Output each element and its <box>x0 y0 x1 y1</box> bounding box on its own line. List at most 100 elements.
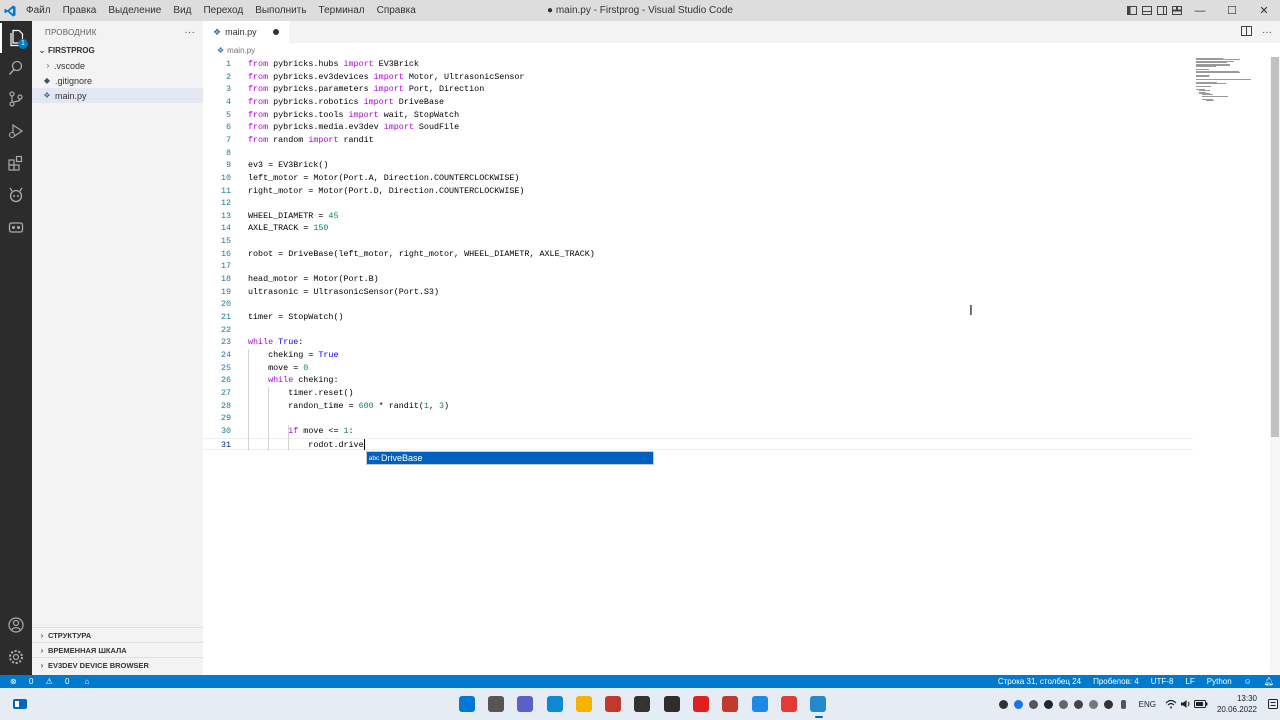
scroll-thumb[interactable] <box>1271 57 1279 437</box>
tree-item-vscode[interactable]: › .vscode <box>32 58 203 73</box>
tray-app-icon[interactable] <box>1071 688 1086 720</box>
toggle-secondary-sidebar-icon[interactable] <box>1154 0 1169 21</box>
notifications-icon[interactable]: 🔔︎ <box>1258 677 1280 686</box>
code-line[interactable]: 16 robot = DriveBase(left_motor, right_mo… <box>203 248 1193 261</box>
input-language[interactable]: ENG <box>1131 700 1164 709</box>
code-line[interactable]: 31 rodot.drive <box>203 437 1193 451</box>
menu-go[interactable]: Переход <box>197 0 249 21</box>
code-line[interactable]: 22 <box>203 324 1193 337</box>
code-line[interactable]: 28 randon_time = 600 * randit(1, 3) <box>203 400 1193 413</box>
code-line[interactable]: 15 <box>203 235 1193 248</box>
toggle-panel-icon[interactable] <box>1139 0 1154 21</box>
outline-section[interactable]: › СТРУКТУРА <box>32 627 203 642</box>
unsaved-dot-icon[interactable] <box>273 29 279 35</box>
code-line[interactable]: 21 timer = StopWatch() <box>203 311 1193 324</box>
volume-icon[interactable] <box>1179 688 1194 720</box>
tray-app-icon[interactable] <box>1026 688 1041 720</box>
menu-selection[interactable]: Выделение <box>102 0 167 21</box>
code-line[interactable]: 18 head_motor = Motor(Port.B) <box>203 273 1193 286</box>
code-line[interactable]: 6 from pybricks.media.ev3dev import SoudF… <box>203 121 1193 134</box>
menu-file[interactable]: Файл <box>20 0 57 21</box>
toggle-sidebar-icon[interactable] <box>1124 0 1139 21</box>
gear-icon[interactable] <box>0 642 32 672</box>
code-line[interactable]: 13 WHEEL_DIAMETR = 45 <box>203 210 1193 223</box>
source-control-icon[interactable] <box>0 84 32 114</box>
code-line[interactable]: 4 from pybricks.robotics import DriveBase <box>203 96 1193 109</box>
remote-icon[interactable] <box>0 212 32 242</box>
code-line[interactable]: 27 timer.reset() <box>203 387 1193 400</box>
code-line[interactable]: 20 <box>203 298 1193 311</box>
tray-steam-icon[interactable] <box>1041 688 1056 720</box>
timeline-section[interactable]: › ВРЕМЕННАЯ ШКАЛА <box>32 642 203 657</box>
explorer-more-icon[interactable]: ··· <box>184 27 195 38</box>
code-line[interactable]: 7 from random import randit <box>203 134 1193 147</box>
battery-icon[interactable] <box>1194 688 1209 720</box>
live-share-icon[interactable]: ⌂ <box>79 677 94 686</box>
snipping-tool-icon[interactable] <box>716 688 745 720</box>
vscode-taskbar-icon[interactable] <box>804 688 833 720</box>
more-actions-icon[interactable]: ··· <box>1262 27 1272 38</box>
code-line[interactable]: 14 AXLE_TRACK = 150 <box>203 222 1193 235</box>
code-line[interactable]: 19 ultrasonic = UltrasonicSensor(Port.S3) <box>203 286 1193 299</box>
problems-indicator[interactable]: ⊗ 0 ⚠ 0 <box>0 677 79 686</box>
tree-item-gitignore[interactable]: ◆ .gitignore <box>32 73 203 88</box>
start-icon[interactable] <box>452 688 481 720</box>
workspace-folder[interactable]: ⌄ FIRSTPROG <box>32 43 203 58</box>
microphone-icon[interactable] <box>1116 688 1131 720</box>
app-blue-icon[interactable] <box>745 688 774 720</box>
code-line[interactable]: 25 move = 0 <box>203 362 1193 375</box>
tray-app-icon[interactable] <box>1101 688 1116 720</box>
edge-icon[interactable] <box>540 688 569 720</box>
code-line[interactable]: 30 if move <= 1: <box>203 425 1193 438</box>
code-line[interactable]: 26 while cheking: <box>203 374 1193 387</box>
menu-run[interactable]: Выполнить <box>249 0 312 21</box>
code-editor[interactable]: 1 from pybricks.hubs import EV3Brick 2 from… <box>203 57 1270 675</box>
end-of-line[interactable]: LF <box>1179 677 1200 686</box>
close-button[interactable]: ✕ <box>1248 0 1280 21</box>
minimap[interactable] <box>1196 58 1256 103</box>
code-line[interactable]: 29 <box>203 412 1193 425</box>
acrobat-icon[interactable] <box>686 688 715 720</box>
file-explorer-icon[interactable] <box>569 688 598 720</box>
task-view-icon[interactable] <box>481 688 510 720</box>
minimize-button[interactable]: — <box>1184 0 1216 21</box>
ev3dev-icon[interactable] <box>0 180 32 210</box>
code-line[interactable]: 8 <box>203 147 1193 160</box>
terminal-icon[interactable] <box>657 688 686 720</box>
encoding[interactable]: UTF-8 <box>1145 677 1180 686</box>
cursor-position[interactable]: Строка 31, столбец 24 <box>992 677 1087 686</box>
menu-terminal[interactable]: Терминал <box>313 0 371 21</box>
breadcrumb-file[interactable]: main.py <box>227 46 255 55</box>
suggestion-item[interactable]: abc DriveBase <box>367 452 653 464</box>
tray-steelseries-icon[interactable] <box>996 688 1011 720</box>
clock[interactable]: 13:30 20.06.2022 <box>1209 693 1265 715</box>
code-line[interactable]: 5 from pybricks.tools import wait, StopWa… <box>203 109 1193 122</box>
obs-icon[interactable] <box>628 688 657 720</box>
search-icon[interactable] <box>0 53 32 83</box>
code-line[interactable]: 1 from pybricks.hubs import EV3Brick <box>203 58 1193 71</box>
code-line[interactable]: 23 while True: <box>203 336 1193 349</box>
tree-item-main-py[interactable]: ❖ main.py <box>32 88 203 103</box>
customize-layout-icon[interactable] <box>1169 0 1184 21</box>
run-debug-icon[interactable] <box>0 116 32 146</box>
anydesk-icon[interactable] <box>774 688 803 720</box>
explorer-icon[interactable]: 1 <box>0 23 32 53</box>
code-line[interactable]: 10 left_motor = Motor(Port.A, Direction.C… <box>203 172 1193 185</box>
tray-app-icon[interactable] <box>1056 688 1071 720</box>
code-line[interactable]: 9 ev3 = EV3Brick() <box>203 159 1193 172</box>
vertical-scrollbar[interactable] <box>1270 57 1280 675</box>
language-mode[interactable]: Python <box>1201 677 1238 686</box>
ev3dev-browser-section[interactable]: › EV3DEV DEVICE BROWSER <box>32 657 203 672</box>
indentation[interactable]: Пробелов: 4 <box>1087 677 1145 686</box>
code-line[interactable]: 3 from pybricks.parameters import Port, D… <box>203 83 1193 96</box>
menu-edit[interactable]: Правка <box>57 0 103 21</box>
menu-view[interactable]: Вид <box>167 0 197 21</box>
code-line[interactable]: 24 cheking = True <box>203 349 1193 362</box>
extensions-icon[interactable] <box>0 148 32 178</box>
tray-app-icon[interactable] <box>1086 688 1101 720</box>
split-editor-icon[interactable] <box>1241 25 1252 39</box>
tray-app-icon[interactable] <box>1011 688 1026 720</box>
code-line[interactable]: 11 right_motor = Motor(Port.D, Direction.… <box>203 185 1193 198</box>
maximize-button[interactable]: ☐ <box>1216 0 1248 21</box>
wifi-icon[interactable] <box>1164 688 1179 720</box>
